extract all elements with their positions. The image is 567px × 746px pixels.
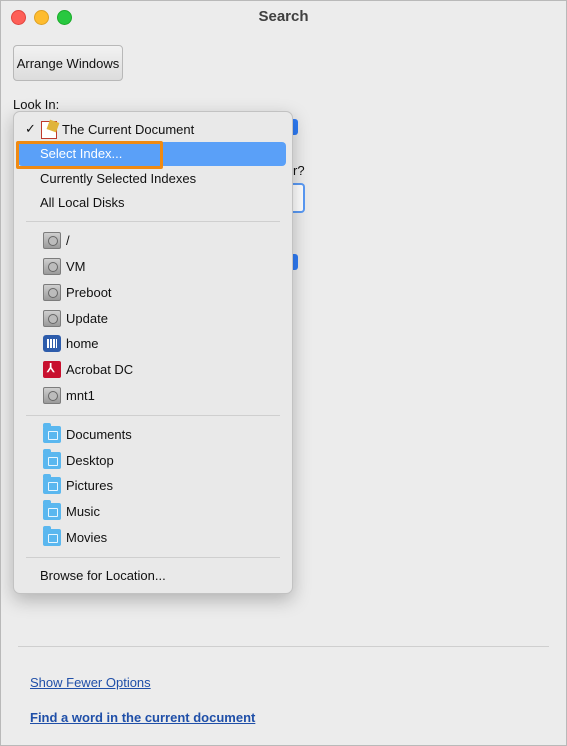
folder-icon: [43, 449, 61, 469]
disk-icon: [43, 310, 61, 327]
menu-item-folder-desktop[interactable]: Desktop: [18, 449, 286, 473]
folder-icon: [43, 474, 61, 494]
menu-item-folder-movies[interactable]: Movies: [18, 526, 286, 550]
menu-item-folder-documents[interactable]: Documents: [18, 423, 286, 447]
menu-item-volume-mnt1[interactable]: mnt1: [18, 384, 286, 408]
search-window: Search Arrange Windows Look In: r? Show …: [0, 0, 567, 746]
menu-item-volume-preboot[interactable]: Preboot: [18, 281, 286, 305]
disk-icon: [43, 284, 61, 301]
disk-icon: [43, 387, 61, 404]
menu-item-all-local-disks[interactable]: All Local Disks: [18, 191, 286, 215]
disk-icon: [43, 258, 61, 275]
menu-item-label: home: [66, 336, 99, 351]
menu-item-label: Browse for Location...: [40, 568, 166, 583]
find-word-link[interactable]: Find a word in the current document: [30, 710, 255, 725]
menu-item-volume-update[interactable]: Update: [18, 307, 286, 331]
show-fewer-options-link[interactable]: Show Fewer Options: [30, 675, 151, 690]
menu-item-label: Music: [66, 504, 100, 519]
title-bar: Search: [1, 1, 566, 33]
menu-item-label: Movies: [66, 530, 108, 545]
menu-item-label: All Local Disks: [40, 195, 125, 210]
menu-separator: [26, 221, 280, 222]
home-icon: [43, 335, 61, 352]
menu-item-label: /: [66, 233, 70, 248]
menu-item-folder-pictures[interactable]: Pictures: [18, 474, 286, 498]
menu-item-label: Currently Selected Indexes: [40, 171, 197, 186]
menu-item-label: Acrobat DC: [66, 362, 134, 377]
menu-item-label: mnt1: [66, 388, 95, 403]
menu-item-label: Desktop: [66, 453, 114, 468]
menu-item-label: Documents: [66, 427, 132, 442]
divider: [18, 646, 549, 647]
folder-icon: [43, 526, 61, 546]
arrange-windows-button[interactable]: Arrange Windows: [13, 45, 123, 81]
checkmark-icon: ✓: [25, 121, 36, 136]
menu-item-browse[interactable]: Browse for Location...: [18, 564, 286, 588]
menu-item-volume-vm[interactable]: VM: [18, 255, 286, 279]
acrobat-icon: [43, 361, 61, 378]
menu-item-label: Pictures: [66, 478, 113, 493]
menu-item-label: Update: [66, 311, 108, 326]
menu-item-currently-selected-indexes[interactable]: Currently Selected Indexes: [18, 167, 286, 191]
menu-separator: [26, 415, 280, 416]
menu-item-current-document[interactable]: ✓ The Current Document: [18, 118, 286, 142]
window-title: Search: [258, 8, 309, 25]
look-in-label: Look In:: [13, 97, 60, 112]
disk-icon: [43, 232, 61, 249]
folder-icon: [43, 423, 61, 443]
menu-item-label: Preboot: [66, 285, 112, 300]
menu-item-folder-music[interactable]: Music: [18, 500, 286, 524]
menu-item-volume-home[interactable]: home: [18, 332, 286, 356]
menu-separator: [26, 557, 280, 558]
menu-item-volume-acrobat[interactable]: Acrobat DC: [18, 358, 286, 382]
document-icon: [41, 121, 57, 139]
menu-item-label: VM: [66, 259, 86, 274]
menu-item-label: The Current Document: [62, 122, 195, 137]
folder-icon: [43, 500, 61, 520]
highlight-callout: [16, 141, 163, 169]
menu-item-volume-root[interactable]: /: [18, 229, 286, 253]
look-in-menu: ✓ The Current Document Select Index... C…: [13, 111, 293, 594]
question-fragment: r?: [293, 163, 305, 178]
